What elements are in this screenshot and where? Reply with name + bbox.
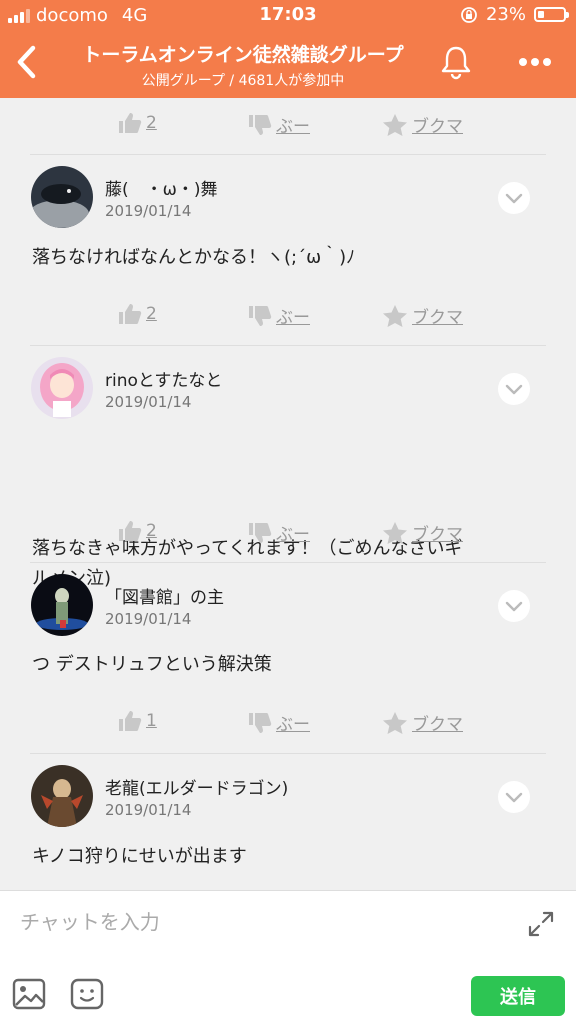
message-line: つ デストリュフという解決策: [32, 654, 272, 675]
boo-label: ぶー: [276, 308, 310, 328]
post-menu-button[interactable]: [498, 373, 530, 405]
more-options-icon[interactable]: [510, 44, 560, 80]
post-actions: 2 ぶー ブクマ: [0, 291, 576, 341]
divider: [30, 753, 546, 754]
bookmark-button[interactable]: ブクマ: [382, 112, 463, 137]
bookmark-button[interactable]: ブクマ: [382, 303, 463, 328]
boo-label: ぶー: [276, 525, 310, 545]
post-date: 2019/01/14: [105, 801, 192, 819]
avatar-warrior-image: [31, 574, 93, 636]
post-actions: 1 ぶー ブクマ: [0, 698, 576, 748]
star-icon: [383, 304, 407, 327]
header-title-block[interactable]: トーラムオンライン徒然雑談グループ 公開グループ / 4681人が参加中: [60, 40, 426, 90]
thumbs-down-icon: [249, 712, 272, 733]
group-subtitle: 公開グループ / 4681人が参加中: [141, 73, 345, 89]
avatar[interactable]: [31, 765, 93, 827]
bell-icon[interactable]: [438, 44, 474, 80]
chat-composer: 送信: [0, 890, 576, 1024]
like-button[interactable]: 2: [118, 520, 157, 542]
status-right: 23%: [460, 4, 569, 25]
like-button[interactable]: 2: [118, 112, 157, 134]
bookmark-button[interactable]: ブクマ: [382, 710, 463, 735]
chevron-down-icon: [505, 601, 523, 612]
star-icon: [383, 711, 407, 734]
thumbs-up-icon: [119, 711, 142, 731]
divider: [30, 562, 546, 563]
post-menu-button[interactable]: [498, 590, 530, 622]
expand-icon[interactable]: [526, 909, 556, 939]
back-chevron-icon[interactable]: [12, 44, 42, 80]
avatar[interactable]: [31, 166, 93, 228]
bookmark-label: ブクマ: [412, 308, 463, 328]
bookmark-label: ブクマ: [412, 117, 463, 137]
send-button[interactable]: 送信: [471, 976, 565, 1016]
image-icon[interactable]: [12, 977, 46, 1011]
chevron-down-icon: [505, 193, 523, 204]
post-actions: 2 ぶー ブクマ: [0, 508, 576, 558]
chevron-down-icon: [505, 792, 523, 803]
avatar[interactable]: [31, 574, 93, 636]
star-icon: [383, 521, 407, 544]
post-message: キノコ狩りにせいが出ます: [32, 842, 542, 872]
divider: [30, 154, 546, 155]
boo-button[interactable]: ぶー: [248, 303, 310, 328]
group-header: トーラムオンライン徒然雑談グループ 公開グループ / 4681人が参加中: [0, 30, 576, 98]
post-actions: 2 ぶー ブクマ: [0, 100, 576, 150]
post-message: つ デストリュフという解決策: [32, 650, 542, 680]
thumbs-up-icon: [119, 521, 142, 541]
stamp-icon[interactable]: [70, 977, 104, 1011]
star-icon: [383, 113, 407, 136]
comment-feed[interactable]: 2 ぶー ブクマ 藤( ・ω・)舞 2019/01/14 落ちなければなんとかな: [0, 98, 576, 890]
group-title: トーラムオンライン徒然雑談グループ: [82, 44, 404, 66]
message-line: キノコ狩りにせいが出ます: [32, 846, 247, 867]
post-message: 落ちなければなんとかなる！ヽ(;´ω｀)ﾉ: [32, 243, 542, 273]
thumbs-down-icon: [249, 522, 272, 543]
post-date: 2019/01/14: [105, 202, 192, 220]
username: 老龍(エルダードラゴン): [105, 779, 289, 799]
boo-button[interactable]: ぶー: [248, 710, 310, 735]
post-menu-button[interactable]: [498, 781, 530, 813]
bookmark-label: ブクマ: [412, 525, 463, 545]
chat-input[interactable]: [18, 901, 502, 943]
username: 「図書館」の主: [105, 588, 224, 608]
battery-percent: 23%: [485, 4, 526, 25]
like-count: 1: [146, 711, 157, 731]
bookmark-button[interactable]: ブクマ: [382, 520, 463, 545]
post-date: 2019/01/14: [105, 610, 192, 628]
like-count: 2: [146, 521, 157, 541]
boo-label: ぶー: [276, 715, 310, 735]
like-count: 2: [146, 113, 157, 133]
thumbs-down-icon: [249, 114, 272, 135]
boo-button[interactable]: ぶー: [248, 112, 310, 137]
status-bar: docomo 4G 17:03 23%: [0, 0, 576, 30]
boo-button[interactable]: ぶー: [248, 520, 310, 545]
avatar-lizard-image: [31, 166, 93, 228]
orientation-lock-icon: [461, 6, 477, 23]
thumbs-up-icon: [119, 113, 142, 133]
avatar-dragon-image: [31, 765, 93, 827]
username: rinoとすたなと: [105, 371, 223, 391]
post-date: 2019/01/14: [105, 393, 192, 411]
post-menu-button[interactable]: [498, 182, 530, 214]
thumbs-up-icon: [119, 304, 142, 324]
boo-label: ぶー: [276, 117, 310, 137]
message-line: 落ちなければなんとかなる！ヽ(;´ω｀)ﾉ: [32, 247, 356, 268]
chevron-down-icon: [505, 384, 523, 395]
avatar[interactable]: [31, 357, 93, 419]
battery-icon: [534, 7, 569, 22]
username: 藤( ・ω・)舞: [105, 180, 218, 200]
avatar-anime-girl-image: [31, 357, 93, 419]
like-button[interactable]: 1: [118, 710, 157, 732]
bookmark-label: ブクマ: [412, 715, 463, 735]
like-button[interactable]: 2: [118, 303, 157, 325]
like-count: 2: [146, 304, 157, 324]
divider: [30, 345, 546, 346]
thumbs-down-icon: [249, 305, 272, 326]
